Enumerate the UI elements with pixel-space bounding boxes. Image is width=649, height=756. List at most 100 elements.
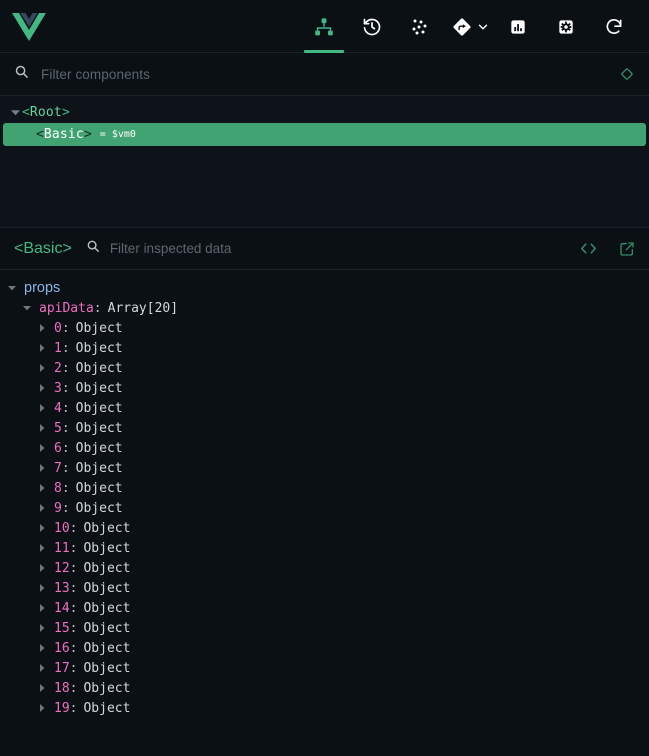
inspector-actions <box>580 241 635 257</box>
data-array-item[interactable]: 8: Object <box>0 478 649 498</box>
data-array-colon: : <box>61 500 70 516</box>
caret-collapsed-icon[interactable] <box>36 444 48 452</box>
caret-collapsed-icon[interactable] <box>36 504 48 512</box>
caret-expanded-icon[interactable] <box>21 304 33 312</box>
data-array-item[interactable]: 6: Object <box>0 438 649 458</box>
caret-collapsed-icon[interactable] <box>36 384 48 392</box>
caret-expanded-icon[interactable] <box>6 284 18 292</box>
data-array-item[interactable]: 13: Object <box>0 578 649 598</box>
data-array-index: 14 <box>54 600 70 616</box>
tab-timeline[interactable] <box>348 0 396 53</box>
data-array-item[interactable]: 18: Object <box>0 678 649 698</box>
caret-collapsed-icon[interactable] <box>36 704 48 712</box>
data-array-colon: : <box>69 660 78 676</box>
caret-collapsed-icon[interactable] <box>36 424 48 432</box>
data-array-colon: : <box>69 520 78 536</box>
external-link-icon[interactable] <box>619 241 635 257</box>
data-array-item[interactable]: 11: Object <box>0 538 649 558</box>
tree-node-root[interactable]: < Root > <box>0 101 649 123</box>
bar-chart-icon <box>508 17 528 37</box>
data-array-index: 12 <box>54 560 70 576</box>
data-array-item[interactable]: 9: Object <box>0 498 649 518</box>
data-array-index: 18 <box>54 680 70 696</box>
data-array-colon: : <box>69 580 78 596</box>
router-diamond-icon <box>452 17 472 37</box>
data-array-colon: : <box>61 320 70 336</box>
data-array-value: Object <box>75 440 123 456</box>
data-section-props[interactable]: props <box>0 278 649 298</box>
data-array-value: Object <box>75 360 123 376</box>
data-array-value: Object <box>75 340 123 356</box>
data-array-value: Object <box>83 660 131 676</box>
caret-collapsed-icon[interactable] <box>36 664 48 672</box>
data-array-item[interactable]: 17: Object <box>0 658 649 678</box>
filter-components-input[interactable] <box>41 66 611 82</box>
caret-collapsed-icon[interactable] <box>36 584 48 592</box>
data-array-value: Object <box>83 680 131 696</box>
data-array-item[interactable]: 10: Object <box>0 518 649 538</box>
caret-collapsed-icon[interactable] <box>36 524 48 532</box>
caret-collapsed-icon[interactable] <box>36 484 48 492</box>
gear-icon <box>556 17 576 37</box>
data-array-colon: : <box>69 680 78 696</box>
angle-open: < <box>36 127 44 142</box>
data-array-index: 5 <box>54 420 62 436</box>
data-array-item[interactable]: 2: Object <box>0 358 649 378</box>
data-array-index: 6 <box>54 440 62 456</box>
caret-collapsed-icon[interactable] <box>36 344 48 352</box>
refresh-icon <box>604 17 624 37</box>
data-array-colon: : <box>61 440 70 456</box>
top-toolbar <box>0 0 649 53</box>
data-array-index: 1 <box>54 340 62 356</box>
data-array-index: 10 <box>54 520 70 536</box>
data-array-item[interactable]: 5: Object <box>0 418 649 438</box>
data-array-value: Object <box>75 320 123 336</box>
caret-collapsed-icon[interactable] <box>36 604 48 612</box>
data-array-item[interactable]: 19: Object <box>0 698 649 718</box>
caret-expanded-icon[interactable] <box>8 108 22 117</box>
data-array-index: 4 <box>54 400 62 416</box>
data-array-item[interactable]: 12: Object <box>0 558 649 578</box>
data-array-index: 15 <box>54 620 70 636</box>
action-settings[interactable] <box>542 0 590 53</box>
tab-components[interactable] <box>300 0 348 53</box>
data-array-value: Object <box>83 700 131 716</box>
pinia-dots-icon <box>410 17 430 37</box>
data-array-item[interactable]: 4: Object <box>0 398 649 418</box>
data-array-item[interactable]: 3: Object <box>0 378 649 398</box>
data-array-item[interactable]: 7: Object <box>0 458 649 478</box>
diamond-outline-icon[interactable] <box>619 66 635 82</box>
caret-collapsed-icon[interactable] <box>36 564 48 572</box>
data-array-value: Object <box>75 480 123 496</box>
caret-collapsed-icon[interactable] <box>36 404 48 412</box>
angle-close: > <box>83 127 92 142</box>
data-array-value: Object <box>75 400 123 416</box>
data-array-item[interactable]: 15: Object <box>0 618 649 638</box>
caret-collapsed-icon[interactable] <box>36 544 48 552</box>
caret-collapsed-icon[interactable] <box>36 364 48 372</box>
data-array-item[interactable]: 14: Object <box>0 598 649 618</box>
inspected-data-pane: props apiData : Array[20] 0: Object 1: Obje… <box>0 270 649 756</box>
data-array-item[interactable]: 1: Object <box>0 338 649 358</box>
tab-pinia[interactable] <box>396 0 444 53</box>
vm-instance-tag: = $vm0 <box>99 129 136 140</box>
caret-collapsed-icon[interactable] <box>36 684 48 692</box>
code-brackets-icon[interactable] <box>580 242 597 255</box>
action-performance[interactable] <box>494 0 542 53</box>
filter-inspected-data-input[interactable] <box>109 241 568 256</box>
chevron-down-icon[interactable] <box>476 20 490 34</box>
data-entry-apiData[interactable]: apiData : Array[20] <box>0 298 649 318</box>
data-array-item[interactable]: 16: Object <box>0 638 649 658</box>
array-children-list: 0: Object 1: Object 2: Object 3: Object 4: Object… <box>0 318 649 718</box>
data-array-value: Object <box>83 560 131 576</box>
action-refresh[interactable] <box>590 0 638 53</box>
caret-collapsed-icon[interactable] <box>36 324 48 332</box>
caret-collapsed-icon[interactable] <box>36 644 48 652</box>
data-array-index: 17 <box>54 660 70 676</box>
caret-collapsed-icon[interactable] <box>36 464 48 472</box>
angle-open: < <box>22 104 30 120</box>
tab-routes[interactable] <box>444 0 494 53</box>
caret-collapsed-icon[interactable] <box>36 624 48 632</box>
data-array-item[interactable]: 0: Object <box>0 318 649 338</box>
tree-node-basic[interactable]: < Basic > = $vm0 <box>3 123 646 146</box>
